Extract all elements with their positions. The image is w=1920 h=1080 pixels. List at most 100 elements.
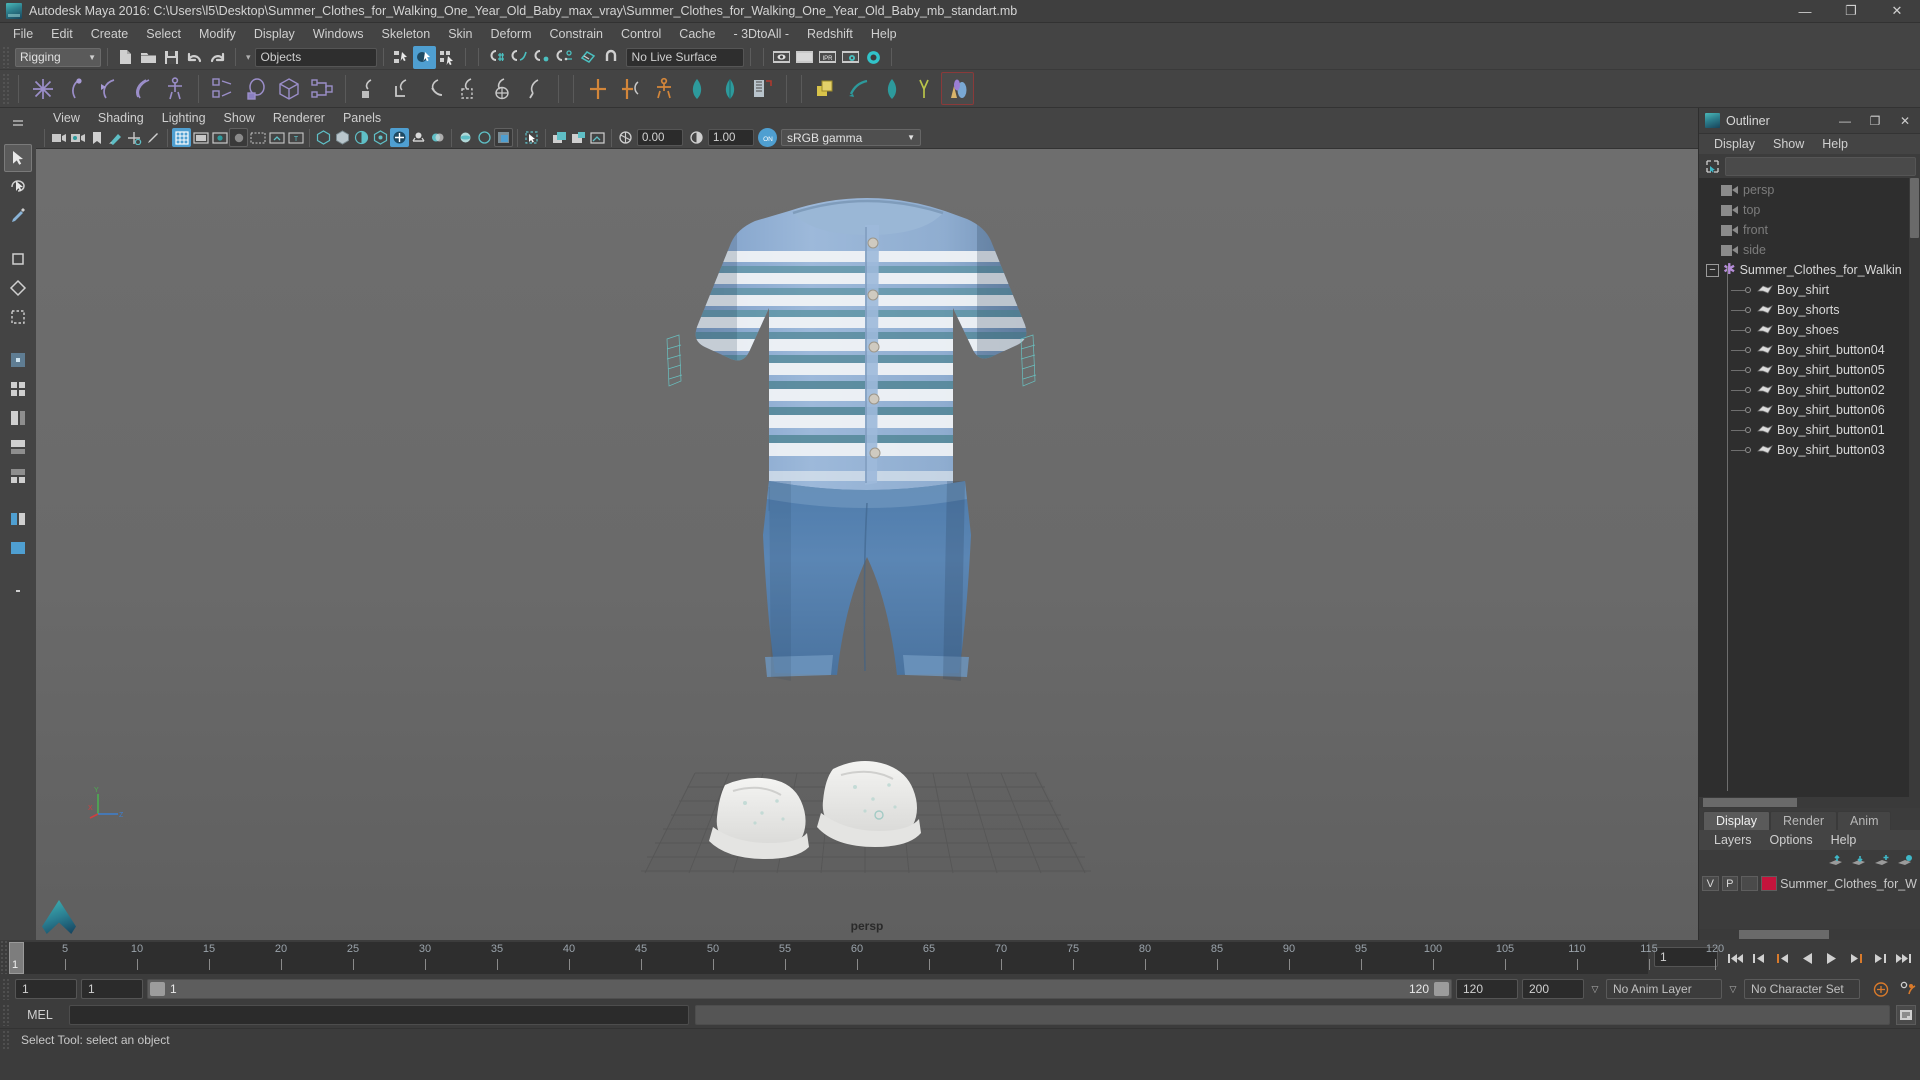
gamma-field[interactable]: 1.00 xyxy=(708,129,754,146)
cluster-icon[interactable] xyxy=(875,72,908,105)
selection-mask-field[interactable]: Objects xyxy=(254,47,377,67)
status-line-grip[interactable] xyxy=(2,46,11,68)
auto-key-icon[interactable] xyxy=(1870,978,1892,1000)
expand-collapse-icon[interactable]: − xyxy=(1706,263,1719,277)
interactive-bind-icon[interactable] xyxy=(305,72,338,105)
render-settings-icon[interactable] xyxy=(839,46,862,69)
range-slider-track[interactable]: 1 120 xyxy=(147,979,1452,999)
tab-render[interactable]: Render xyxy=(1770,811,1837,830)
layer-menu-help[interactable]: Help xyxy=(1822,832,1866,848)
paint-weights-icon[interactable] xyxy=(239,72,272,105)
menu-constrain[interactable]: Constrain xyxy=(541,24,613,44)
move-tool[interactable] xyxy=(4,245,32,273)
tab-anim[interactable]: Anim xyxy=(1837,811,1892,830)
outliner-horizontal-scrollbar[interactable] xyxy=(1699,797,1920,808)
script-editor-icon[interactable] xyxy=(1896,1005,1916,1025)
move-layer-up-icon[interactable] xyxy=(1826,853,1845,870)
viewport-snapshot-icon[interactable] xyxy=(588,128,607,147)
grid-toggle-icon[interactable] xyxy=(172,128,191,147)
play-forwards-icon[interactable] xyxy=(1820,947,1842,969)
ik-chain-icon[interactable] xyxy=(125,72,158,105)
menu-set-selector[interactable]: Rigging ▼ xyxy=(15,47,101,67)
single-pane-layout[interactable] xyxy=(4,534,32,562)
xray-joints-icon[interactable]: T xyxy=(286,128,305,147)
outliner-item-boy-shoes[interactable]: Boy_shoes xyxy=(1699,320,1920,340)
shadows-icon[interactable] xyxy=(409,128,428,147)
human-ik-icon[interactable] xyxy=(647,72,680,105)
live-surface-field[interactable]: No Live Surface xyxy=(625,47,744,67)
smooth-shade-icon[interactable] xyxy=(333,128,352,147)
layer-list[interactable]: V P Summer_Clothes_for_W xyxy=(1699,872,1920,929)
render-sequence-icon[interactable] xyxy=(793,46,816,69)
more-layouts[interactable] xyxy=(4,577,32,605)
select-by-hierarchy-icon[interactable] xyxy=(390,46,413,69)
shelf-grip[interactable] xyxy=(2,72,11,105)
persp-graph-layout[interactable] xyxy=(4,433,32,461)
blend-shape-icon[interactable] xyxy=(680,72,713,105)
outliner-search-input[interactable] xyxy=(1725,156,1916,176)
range-slider-right-handle[interactable] xyxy=(1434,982,1449,996)
minimize-button[interactable]: — xyxy=(1782,0,1828,23)
outliner-item-boy-shorts[interactable]: Boy_shorts xyxy=(1699,300,1920,320)
gate-mask-icon[interactable] xyxy=(229,128,248,147)
outliner-sync-icon[interactable] xyxy=(1703,157,1721,175)
outliner-item-boy-shirt-button03[interactable]: Boy_shirt_button03 xyxy=(1699,440,1920,460)
tab-display[interactable]: Display xyxy=(1703,811,1770,830)
command-line-grip[interactable] xyxy=(2,1004,11,1026)
panel-menu-renderer[interactable]: Renderer xyxy=(264,110,334,126)
menu-redshift[interactable]: Redshift xyxy=(798,24,862,44)
panel-menu-panels[interactable]: Panels xyxy=(334,110,390,126)
outliner-item-side[interactable]: side xyxy=(1699,240,1920,260)
selection-mask-arrow[interactable]: ▾ xyxy=(242,52,255,63)
select-by-object-icon[interactable] xyxy=(412,45,436,69)
film-gate-icon[interactable] xyxy=(191,128,210,147)
character-set-dropdown-arrow[interactable]: ▽ xyxy=(1726,984,1740,995)
anim-layer-dropdown-arrow[interactable]: ▽ xyxy=(1588,984,1602,995)
xray-icon[interactable] xyxy=(267,128,286,147)
step-back-frame-icon[interactable] xyxy=(1772,947,1794,969)
four-view-layout[interactable] xyxy=(4,375,32,403)
help-line-grip[interactable] xyxy=(2,1029,11,1050)
outliner-item-boy-shirt-button04[interactable]: Boy_shirt_button04 xyxy=(1699,340,1920,360)
step-forward-key-icon[interactable] xyxy=(1868,947,1890,969)
parent-constraint-icon[interactable] xyxy=(353,72,386,105)
select-camera-icon[interactable] xyxy=(49,128,68,147)
bookmark-icon[interactable] xyxy=(87,128,106,147)
film-origin-icon[interactable] xyxy=(248,128,267,147)
scale-tool[interactable] xyxy=(4,303,32,331)
create-joint-icon[interactable] xyxy=(26,72,59,105)
persp-hypershade-layout[interactable] xyxy=(4,462,32,490)
rotate-tool[interactable] xyxy=(4,274,32,302)
wireframe-icon[interactable] xyxy=(314,128,333,147)
menu-deform[interactable]: Deform xyxy=(482,24,541,44)
anim-layer-selector[interactable]: No Anim Layer xyxy=(1606,979,1722,999)
duplicate-special-icon[interactable] xyxy=(809,72,842,105)
depth-of-field-icon[interactable] xyxy=(494,128,513,147)
quick-rig-icon[interactable] xyxy=(158,72,191,105)
toolbox-grip[interactable] xyxy=(4,110,32,138)
screen-space-ao-icon[interactable] xyxy=(428,128,447,147)
isolate-select-icon[interactable] xyxy=(522,128,541,147)
layer-menu-options[interactable]: Options xyxy=(1761,832,1822,848)
layer-menu-layers[interactable]: Layers xyxy=(1705,832,1761,848)
smooth-bind-icon[interactable] xyxy=(272,72,305,105)
range-start-field[interactable]: 1 xyxy=(15,979,77,999)
menu-3dtoall[interactable]: - 3DtoAll - xyxy=(724,24,798,44)
animation-preferences-icon[interactable] xyxy=(1896,978,1918,1000)
menu-cache[interactable]: Cache xyxy=(670,24,724,44)
range-slider-left-handle[interactable] xyxy=(150,982,165,996)
outliner-item-front[interactable]: front xyxy=(1699,220,1920,240)
anim-end-field[interactable]: 120 xyxy=(1456,979,1518,999)
perspective-viewport[interactable]: Y Z X persp xyxy=(36,149,1698,940)
exposure-icon[interactable] xyxy=(616,128,635,147)
menu-help[interactable]: Help xyxy=(862,24,906,44)
outliner-maximize-button[interactable]: ❐ xyxy=(1860,108,1890,134)
panel-menu-show[interactable]: Show xyxy=(215,110,264,126)
contrast-icon[interactable] xyxy=(687,128,706,147)
go-to-start-icon[interactable] xyxy=(1724,947,1746,969)
menu-skeleton[interactable]: Skeleton xyxy=(373,24,440,44)
lattice-icon[interactable] xyxy=(842,72,875,105)
mirror-joint-icon[interactable] xyxy=(581,72,614,105)
outliner-item-boy-shirt-button01[interactable]: Boy_shirt_button01 xyxy=(1699,420,1920,440)
menu-control[interactable]: Control xyxy=(612,24,670,44)
